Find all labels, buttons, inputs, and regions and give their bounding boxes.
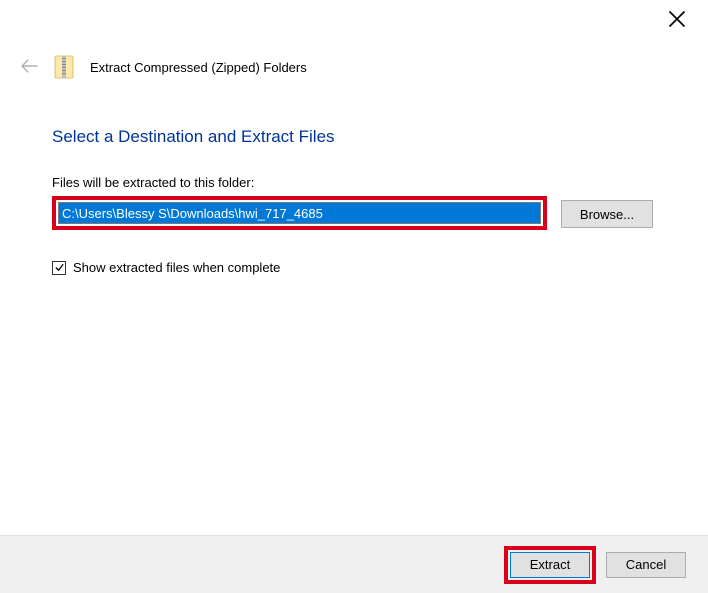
- back-arrow-icon: [20, 57, 38, 78]
- content-area: Select a Destination and Extract Files F…: [0, 79, 708, 275]
- show-files-option[interactable]: Show extracted files when complete: [52, 260, 660, 275]
- checkmark-icon: [54, 262, 65, 273]
- wizard-title: Extract Compressed (Zipped) Folders: [90, 60, 307, 75]
- show-files-checkbox[interactable]: [52, 261, 66, 275]
- cancel-button[interactable]: Cancel: [606, 552, 686, 578]
- path-row: Browse...: [52, 196, 660, 230]
- wizard-header: Extract Compressed (Zipped) Folders: [0, 45, 708, 79]
- extract-button[interactable]: Extract: [510, 552, 590, 578]
- browse-button[interactable]: Browse...: [561, 200, 653, 228]
- close-button[interactable]: [668, 10, 686, 28]
- destination-path-input[interactable]: [58, 202, 541, 224]
- show-files-label: Show extracted files when complete: [73, 260, 280, 275]
- dialog-footer: Extract Cancel: [0, 535, 708, 593]
- path-label: Files will be extracted to this folder:: [52, 175, 660, 190]
- title-bar: [0, 0, 708, 45]
- close-icon: [668, 10, 686, 28]
- path-input-highlight: [52, 196, 547, 230]
- extract-button-highlight: Extract: [504, 546, 596, 584]
- page-heading: Select a Destination and Extract Files: [52, 127, 660, 147]
- zip-folder-icon: [54, 55, 74, 79]
